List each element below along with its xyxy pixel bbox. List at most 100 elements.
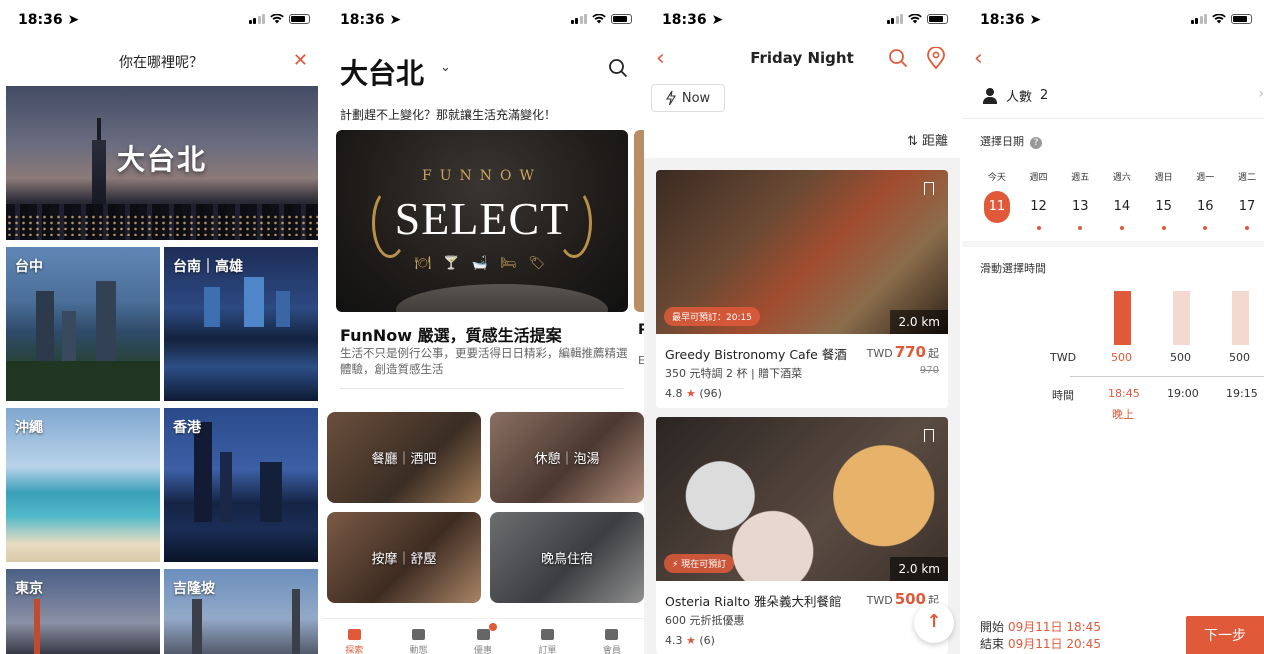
tab-offers[interactable]: 優惠	[451, 619, 515, 654]
end-time: 結束 09月11日 20:45	[980, 637, 1101, 651]
date-option[interactable]: 週五 13	[1059, 170, 1101, 230]
date-section-label: 選擇日期?	[980, 133, 1042, 149]
party-size-value: 2	[1040, 88, 1049, 103]
city-card-tokyo[interactable]: 東京	[6, 569, 160, 654]
feed-icon	[412, 629, 426, 640]
status-icons	[248, 13, 310, 24]
venue-photo: 最早可預訂：20:15 2.0 km	[656, 170, 948, 334]
tab-label: 訂單	[538, 646, 557, 654]
category-massage[interactable]: 按摩｜舒壓	[327, 512, 481, 603]
bookmark-icon[interactable]	[924, 182, 934, 195]
chevron-right-icon[interactable]: ›	[1258, 86, 1264, 102]
date-option[interactable]: 週二 17	[1226, 170, 1264, 230]
city-card-okinawa[interactable]: 沖繩	[6, 408, 160, 562]
start-time: 開始 09月11日 18:45	[980, 620, 1101, 634]
tab-feed[interactable]: 動態	[386, 619, 450, 654]
slot-price: 500	[1111, 351, 1132, 364]
status-icons	[1190, 13, 1252, 24]
search-icon[interactable]	[888, 48, 908, 68]
date-option[interactable]: 週四 12	[1018, 170, 1060, 230]
status-icons	[886, 13, 948, 24]
price-value: 500	[894, 590, 926, 608]
banner-icons: 🍽 🍸 🛁 🛏 🏷	[414, 256, 550, 271]
city-card-taipei[interactable]: 大台北	[6, 86, 318, 240]
close-icon[interactable]: ✕	[293, 52, 308, 70]
price-value: 770	[894, 343, 926, 361]
chip-label: Now	[681, 90, 711, 106]
feature-description: 生活不只是例行公事，更要活得日日精彩，編輯推薦精選體驗，創造質感生活	[340, 346, 628, 376]
location-pin-icon[interactable]	[926, 47, 946, 69]
date-option[interactable]: 週六 14	[1101, 170, 1143, 230]
category-late-stay[interactable]: 晚鳥住宿	[490, 512, 644, 603]
lightning-icon	[665, 91, 676, 105]
next-banner-peek[interactable]	[634, 130, 644, 312]
search-icon[interactable]	[608, 58, 628, 78]
category-label: 休憩｜泡湯	[534, 452, 600, 467]
city-card-hongkong[interactable]: 香港	[164, 408, 318, 562]
tab-member[interactable]: 會員	[580, 619, 644, 654]
category-dining-bar[interactable]: 餐廳｜酒吧	[327, 412, 481, 503]
venue-card[interactable]: 最早可預訂：20:15 2.0 km Greedy Bistronomy Caf…	[656, 170, 948, 408]
time-slot-bar[interactable]	[1232, 291, 1249, 345]
signal-icon	[570, 13, 587, 24]
tab-explore[interactable]: 探索	[322, 619, 386, 654]
help-icon[interactable]: ?	[1030, 137, 1042, 149]
status-bar: 18:36 ➤	[322, 0, 644, 42]
screen-results-list: 18:36 ➤ ‹ Friday Night Now ⇅ 距離 最早可預訂：20…	[644, 0, 960, 654]
scroll-to-top-button[interactable]: ↑	[914, 603, 954, 643]
star-icon: ★	[686, 634, 696, 647]
venue-offer: 350 元特調 2 杯 | 贈下酒菜	[665, 367, 803, 380]
wifi-icon	[270, 13, 284, 23]
time-section-label: 滑動選擇時間	[980, 262, 1046, 275]
member-icon	[605, 629, 619, 640]
time-row-label: 時間	[1052, 389, 1074, 402]
category-rest-spa[interactable]: 休憩｜泡湯	[490, 412, 644, 503]
now-filter-chip[interactable]: Now	[651, 84, 725, 112]
venue-rating: 4.3 ★ (6)	[665, 634, 715, 647]
city-name: 東京	[15, 581, 43, 597]
period-label: 晚上	[1112, 408, 1134, 421]
slot-price: 500	[1229, 351, 1250, 364]
screen-location-picker: 18:36 ➤ 你在哪裡呢？ ✕ 大台北 台中 台南｜高雄 沖繩 香港 東京 吉…	[0, 0, 322, 654]
distance-label: 2.0 km	[890, 557, 948, 581]
availability-badge: 最早可預訂：20:15	[664, 307, 760, 326]
date-option[interactable]: 週一 16	[1184, 170, 1226, 230]
venue-photo: ⚡ 現在可預訂 2.0 km	[656, 417, 948, 581]
city-name: 吉隆坡	[173, 581, 215, 597]
city-card-kuala-lumpur[interactable]: 吉隆坡	[164, 569, 318, 654]
feature-heading: FunNow 嚴選，質感生活提案	[340, 326, 562, 345]
wifi-icon	[908, 13, 922, 23]
slot-time: 19:00	[1167, 387, 1199, 400]
category-label: 晚鳥住宿	[540, 552, 593, 567]
party-size-label: 人數	[1006, 90, 1033, 105]
chevron-down-icon[interactable]: ⌄	[440, 60, 451, 75]
sort-by-distance[interactable]: ⇅ 距離	[907, 130, 948, 149]
battery-icon	[289, 13, 310, 24]
bottom-tab-bar: 探索 動態 優惠 訂單 會員	[322, 618, 644, 654]
select-banner[interactable]: FUNNOW SELECT 🍽 🍸 🛁 🛏 🏷	[336, 130, 628, 312]
party-size-row[interactable]: 人數 2	[982, 86, 1048, 105]
tab-orders[interactable]: 訂單	[515, 619, 579, 654]
city-name: 台南｜高雄	[173, 259, 243, 275]
back-icon[interactable]: ‹	[974, 46, 983, 71]
original-price: 970	[919, 365, 939, 376]
slot-time: 19:15	[1226, 387, 1258, 400]
offer-icon	[476, 629, 490, 640]
date-option[interactable]: 今天 11	[976, 170, 1018, 230]
city-name: 香港	[173, 420, 201, 436]
divider	[962, 241, 1264, 247]
time-slot-bar[interactable]	[1173, 291, 1190, 345]
city-card-taichung[interactable]: 台中	[6, 247, 160, 401]
venue-card[interactable]: ⚡ 現在可預訂 2.0 km Osteria Rialto 雅朵義大利餐館 TW…	[656, 417, 948, 654]
date-picker: 今天 11 週四 12 週五 13 週六 14 週日 15 週一 16 週二 17	[976, 170, 1264, 230]
signal-icon	[1190, 13, 1207, 24]
page-title: 你在哪裡呢？	[119, 55, 203, 71]
wifi-icon	[592, 13, 606, 23]
date-option[interactable]: 週日 15	[1143, 170, 1185, 230]
banner-brand: FUNNOW	[422, 168, 542, 184]
city-card-tainan-kaohsiung[interactable]: 台南｜高雄	[164, 247, 318, 401]
city-selector[interactable]: 大台北	[340, 52, 424, 92]
bookmark-icon[interactable]	[924, 429, 934, 442]
time-slot-bar[interactable]	[1114, 291, 1131, 345]
next-button[interactable]: 下一步	[1186, 616, 1264, 654]
